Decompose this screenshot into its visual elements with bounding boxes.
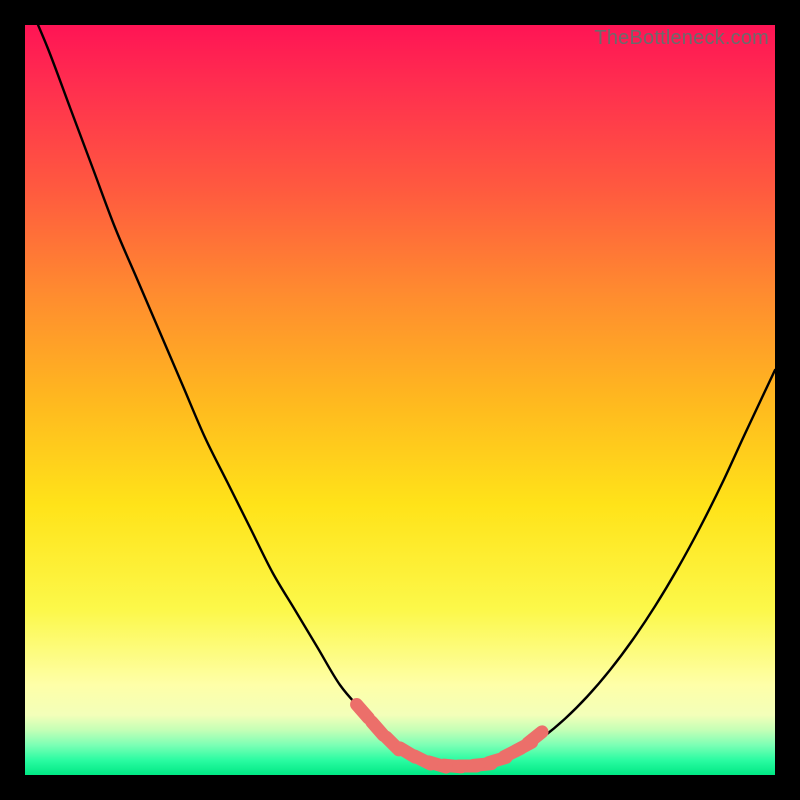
curve-marker — [528, 732, 542, 743]
curve-marker — [357, 704, 369, 718]
frame-border: TheBottleneck.com — [0, 0, 800, 800]
plot-area: TheBottleneck.com — [25, 25, 775, 775]
bottleneck-curve — [25, 25, 775, 767]
curve-layer — [25, 25, 775, 775]
